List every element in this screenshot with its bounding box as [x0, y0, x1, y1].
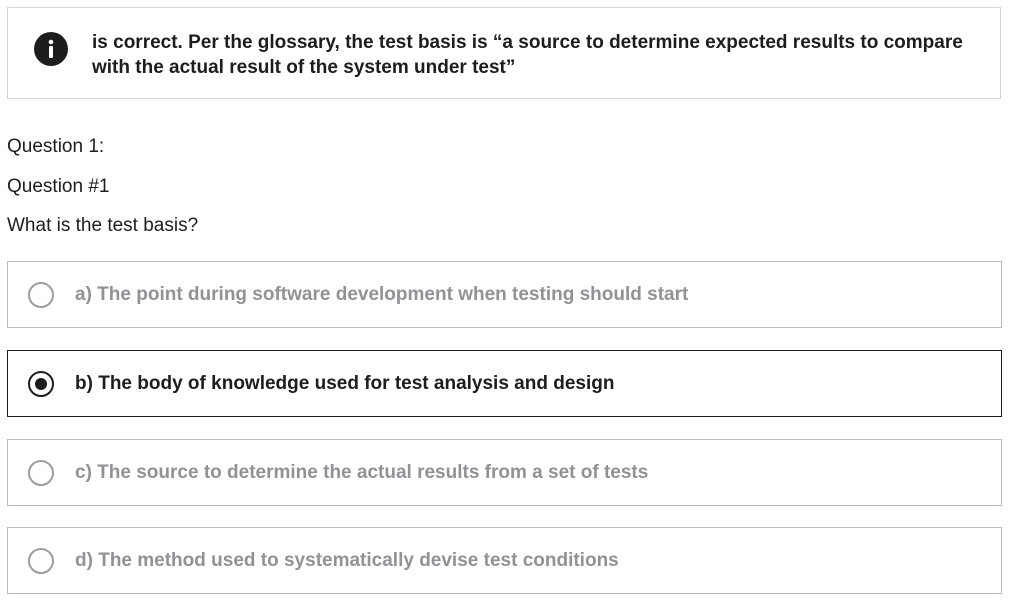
- answer-option-label: a) The point during software development…: [75, 284, 689, 305]
- answer-option-c[interactable]: c) The source to determine the actual re…: [7, 439, 1002, 506]
- radio-button[interactable]: [28, 548, 54, 574]
- answer-option-d[interactable]: d) The method used to systematically dev…: [7, 527, 1002, 594]
- feedback-text: is correct. Per the glossary, the test b…: [92, 32, 963, 78]
- answer-option-b[interactable]: b) The body of knowledge used for test a…: [7, 350, 1002, 417]
- radio-button[interactable]: [28, 282, 54, 308]
- question-prompt: What is the test basis?: [7, 215, 199, 236]
- radio-dot: [35, 378, 47, 390]
- feedback-banner: is correct. Per the glossary, the test b…: [7, 7, 1001, 99]
- question-header: Question 1:: [7, 136, 105, 157]
- question-subheader: Question #1: [7, 176, 110, 197]
- answer-option-label: b) The body of knowledge used for test a…: [75, 373, 615, 394]
- info-icon: [34, 32, 68, 66]
- answer-option-label: d) The method used to systematically dev…: [75, 550, 619, 571]
- radio-button[interactable]: [28, 460, 54, 486]
- radio-button[interactable]: [28, 371, 54, 397]
- answer-option-a[interactable]: a) The point during software development…: [7, 261, 1002, 328]
- answer-option-label: c) The source to determine the actual re…: [75, 462, 649, 483]
